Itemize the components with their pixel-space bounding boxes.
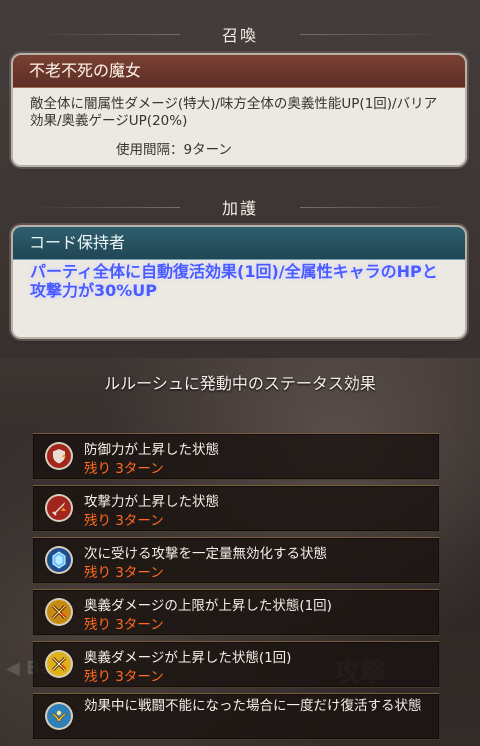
summon-name: 不老不死の魔女 xyxy=(13,55,465,88)
status-row-ougi-cap-up: 奥義ダメージの上限が上昇した状態(1回) 残り 3ターン xyxy=(33,589,439,636)
status-row-revive: 効果中に戦闘不能になった場合に一度だけ復活する状態 xyxy=(33,693,439,740)
defense-up-icon xyxy=(47,444,71,468)
summon-aura-panel: 召喚 不老不死の魔女 敵全体に闇属性ダメージ(特大)/味方全体の奥義性能UP(1… xyxy=(0,0,480,358)
status-name: 奥義ダメージの上限が上昇した状態(1回) xyxy=(84,598,332,614)
ougi-damage-up-icon xyxy=(47,652,71,676)
ougi-cap-up-icon xyxy=(47,600,71,624)
status-name: 次に受ける攻撃を一定量無効化する状態 xyxy=(84,546,327,562)
status-remaining: 残り 3ターン xyxy=(84,513,164,529)
status-remaining: 残り 3ターン xyxy=(84,669,164,685)
status-row-defense-up: 防御力が上昇した状態 残り 3ターン xyxy=(33,433,439,480)
summon-section-title: 召喚 xyxy=(0,22,480,46)
status-remaining: 残り 3ターン xyxy=(84,617,164,633)
status-name: 効果中に戦闘不能になった場合に一度だけ復活する状態 xyxy=(84,698,422,714)
attack-up-icon xyxy=(47,496,71,520)
status-name: 奥義ダメージが上昇した状態(1回) xyxy=(84,650,292,666)
summon-body: 敵全体に闇属性ダメージ(特大)/味方全体の奥義性能UP(1回)/バリア効果/奥義… xyxy=(13,88,465,165)
status-remaining: 残り 3ターン xyxy=(84,461,164,477)
aura-description: パーティ全体に自動復活効果(1回)/全属性キャラのHPと攻撃力が30%UP xyxy=(30,262,438,300)
summon-cooldown: 使用間隔：9ターン xyxy=(116,142,232,158)
aura-name: コード保持者 xyxy=(13,227,465,260)
summon-card: 不老不死の魔女 敵全体に闇属性ダメージ(特大)/味方全体の奥義性能UP(1回)/… xyxy=(13,55,465,165)
revive-icon xyxy=(47,704,71,728)
status-row-attack-up: 攻撃力が上昇した状態 残り 3ターン xyxy=(33,485,439,532)
status-row-barrier: 次に受ける攻撃を一定量無効化する状態 残り 3ターン xyxy=(33,537,439,584)
aura-section-title: 加護 xyxy=(0,195,480,219)
status-effects-panel: ◀ Back 攻撃 ルルーシュに発動中のステータス効果 防御力が上昇した状態 残… xyxy=(0,358,480,746)
barrier-icon xyxy=(47,548,71,572)
status-row-ougi-damage-up: 奥義ダメージが上昇した状態(1回) 残り 3ターン xyxy=(33,641,439,688)
summon-description: 敵全体に闇属性ダメージ(特大)/味方全体の奥義性能UP(1回)/バリア効果/奥義… xyxy=(30,96,438,129)
status-name: 防御力が上昇した状態 xyxy=(84,442,219,458)
aura-card: コード保持者 パーティ全体に自動復活効果(1回)/全属性キャラのHPと攻撃力が3… xyxy=(13,227,465,337)
status-panel-title: ルルーシュに発動中のステータス効果 xyxy=(104,374,376,393)
status-remaining: 残り 3ターン xyxy=(84,565,164,581)
status-name: 攻撃力が上昇した状態 xyxy=(84,494,219,510)
